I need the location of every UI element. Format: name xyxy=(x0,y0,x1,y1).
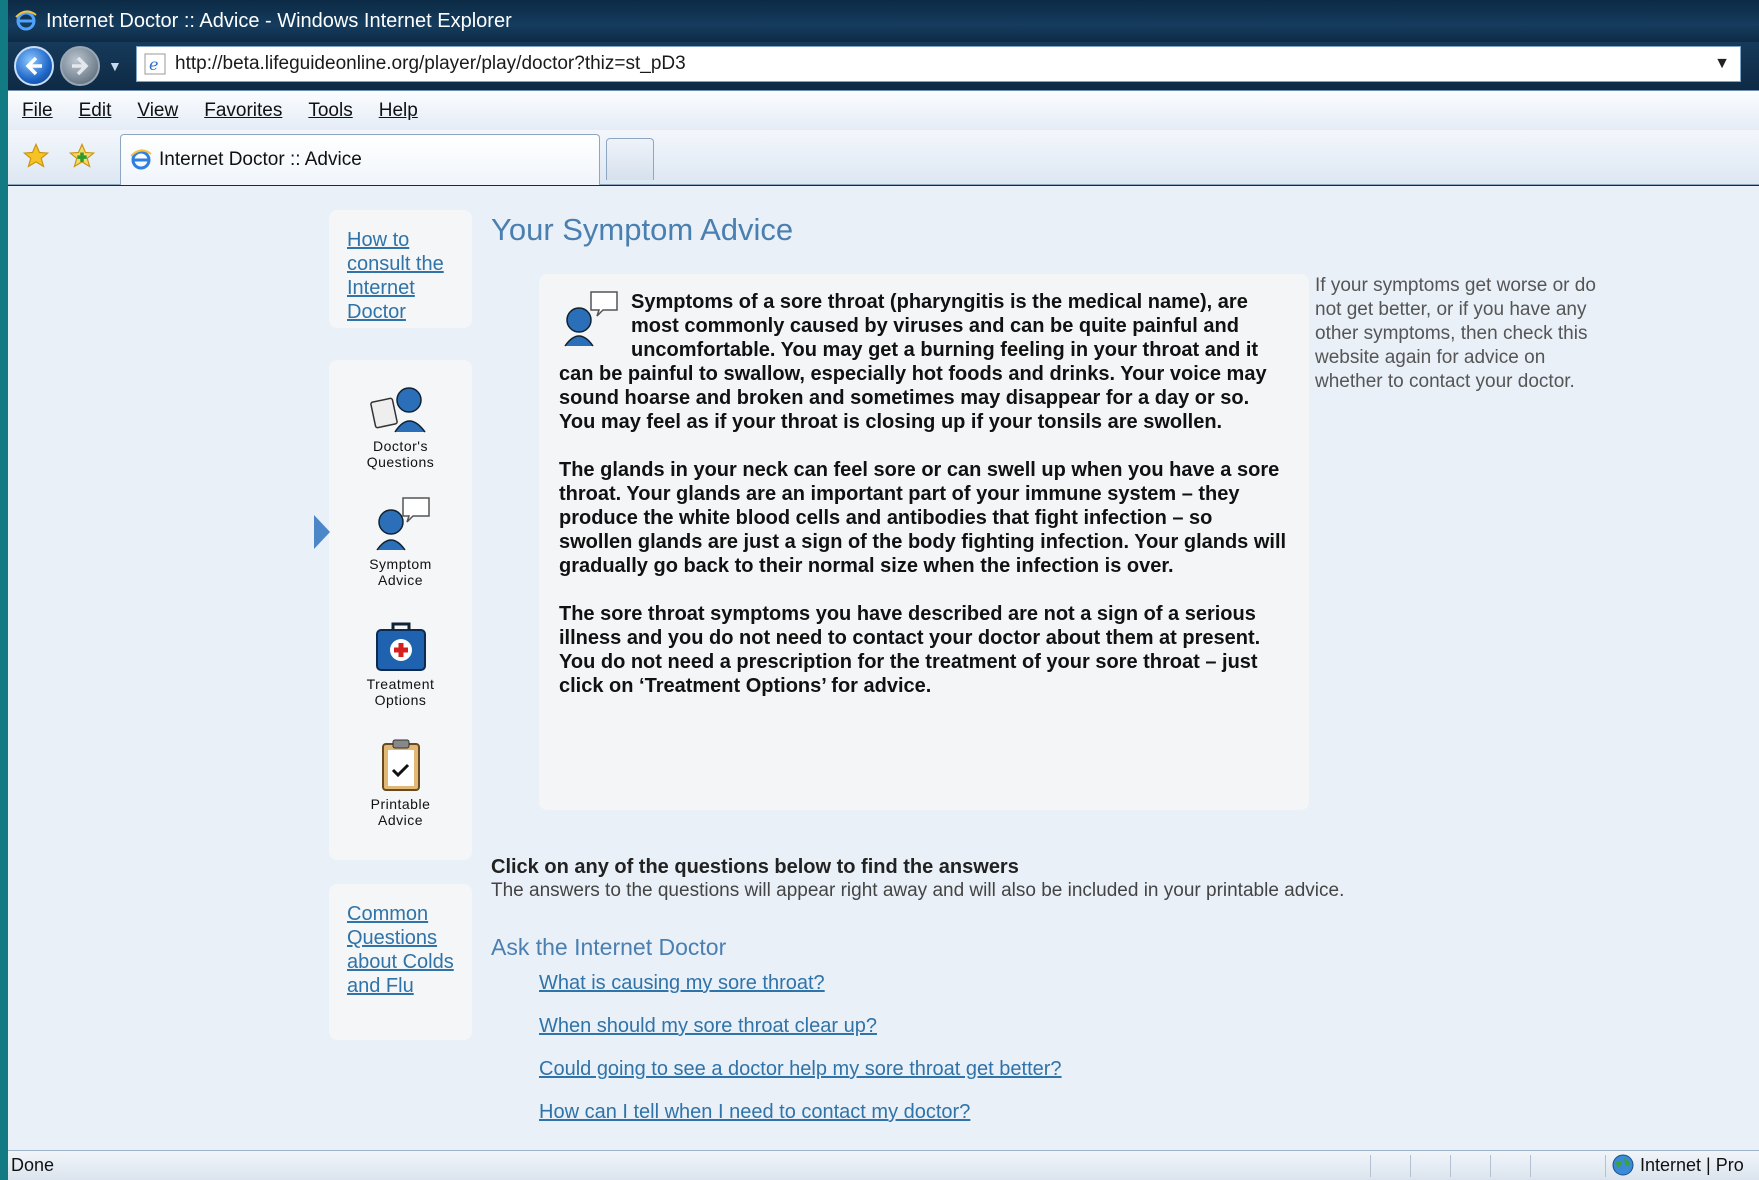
common-questions-box: Common Questions about Colds and Flu xyxy=(329,884,472,1040)
menu-file[interactable]: File xyxy=(22,100,53,122)
doctor-advice-icon xyxy=(564,291,618,347)
tab-internet-doctor[interactable]: Internet Doctor :: Advice xyxy=(120,134,600,185)
status-divider xyxy=(1530,1155,1531,1177)
ie-logo-icon xyxy=(15,10,37,31)
symptom-advice-icon xyxy=(375,497,430,551)
current-step-pointer-icon xyxy=(314,515,330,549)
nav-printable-advice-line2: Advice xyxy=(377,812,424,828)
menu-edit[interactable]: Edit xyxy=(79,100,112,122)
address-bar[interactable]: e http://beta.lifeguideonline.org/player… xyxy=(136,46,1741,82)
nav-symptom-advice[interactable]: Symptom Advice xyxy=(329,496,472,588)
forward-arrow-icon xyxy=(72,56,89,76)
address-dropdown-icon[interactable]: ▼ xyxy=(1714,55,1730,73)
favorites-star-icon[interactable] xyxy=(22,142,50,170)
forward-button[interactable] xyxy=(60,46,100,86)
page-content: How to consult the Internet Doctor Docto… xyxy=(8,186,1759,1150)
symptom-warning-note: If your symptoms get worse or do not get… xyxy=(1315,275,1596,392)
nav-doctors-questions-line1: Doctor's xyxy=(373,438,428,454)
recent-pages-dropdown-icon[interactable]: ▼ xyxy=(108,58,122,74)
security-zone[interactable]: Internet | Pro xyxy=(1612,1154,1744,1176)
zone-label: Internet | Pro xyxy=(1640,1154,1744,1175)
status-divider xyxy=(1490,1155,1491,1177)
questions-subtext: The answers to the questions will appear… xyxy=(491,880,1345,901)
nav-treatment-options[interactable]: Treatment Options xyxy=(329,622,472,708)
nav-printable-advice[interactable]: Printable Advice xyxy=(329,738,472,828)
sidebar-nav: Doctor's Questions Symptom Advice Treatm… xyxy=(329,360,472,860)
menu-tools-label: Tools xyxy=(308,99,353,121)
status-divider xyxy=(1410,1155,1411,1177)
globe-icon xyxy=(1612,1154,1634,1176)
window-title: Internet Doctor :: Advice - Windows Inte… xyxy=(46,9,512,32)
advice-paragraph-2: The glands in your neck can feel sore or… xyxy=(559,459,1287,577)
menu-help-label: Help xyxy=(378,99,418,121)
tab-bar: Internet Doctor :: Advice xyxy=(8,130,1759,185)
menu-tools[interactable]: Tools xyxy=(308,100,352,122)
nav-doctors-questions[interactable]: Doctor's Questions xyxy=(329,382,472,470)
address-url: http://beta.lifeguideonline.org/player/p… xyxy=(175,53,686,74)
browser-window: Internet Doctor :: Advice - Windows Inte… xyxy=(8,0,1759,1180)
how-to-consult-link[interactable]: How to consult the Internet Doctor xyxy=(329,210,472,342)
tab-ie-icon xyxy=(130,149,152,170)
question-link-cause[interactable]: What is causing my sore throat? xyxy=(539,972,825,995)
menu-edit-label: Edit xyxy=(78,99,112,121)
menu-bar: File Edit View Favorites Tools Help xyxy=(8,90,1759,130)
nav-doctors-questions-line2: Questions xyxy=(366,454,435,470)
nav-treatment-options-line1: Treatment xyxy=(366,676,435,692)
medical-kit-icon xyxy=(375,622,426,671)
advice-paragraph-1: Symptoms of a sore throat (pharyngitis i… xyxy=(559,291,1267,433)
menu-favorites[interactable]: Favorites xyxy=(204,100,282,122)
navigation-bar: ▼ e http://beta.lifeguideonline.org/play… xyxy=(8,42,1759,90)
menu-file-label: File xyxy=(22,99,53,121)
menu-view[interactable]: View xyxy=(137,100,178,122)
advice-paragraph-3: The sore throat symptoms you have descri… xyxy=(559,603,1261,697)
back-button[interactable] xyxy=(14,46,54,86)
status-divider xyxy=(1370,1155,1371,1177)
status-divider xyxy=(1450,1155,1451,1177)
question-link-see-doctor[interactable]: Could going to see a doctor help my sore… xyxy=(539,1058,1062,1081)
add-favorite-icon[interactable] xyxy=(68,142,96,170)
page-title: Your Symptom Advice xyxy=(491,212,794,247)
menu-favorites-label: Favorites xyxy=(204,99,283,121)
back-arrow-icon xyxy=(25,56,42,76)
nav-symptom-advice-line1: Symptom xyxy=(369,556,432,572)
status-divider xyxy=(1605,1155,1606,1177)
menu-view-label: View xyxy=(137,99,179,121)
title-bar: Internet Doctor :: Advice - Windows Inte… xyxy=(8,0,1759,42)
advice-box: Symptoms of a sore throat (pharyngitis i… xyxy=(539,274,1309,810)
ask-doctor-title: Ask the Internet Doctor xyxy=(491,934,727,960)
status-bar: Done Internet | Pro xyxy=(8,1150,1759,1180)
common-questions-link[interactable]: Common Questions about Colds and Flu xyxy=(329,884,472,1016)
doctor-questions-icon xyxy=(369,387,426,433)
question-link-clear-up[interactable]: When should my sore throat clear up? xyxy=(539,1015,877,1038)
svg-text:e: e xyxy=(149,55,158,74)
menu-help[interactable]: Help xyxy=(379,100,418,122)
questions-heading: Click on any of the questions below to f… xyxy=(491,856,1019,878)
new-tab-button[interactable] xyxy=(606,138,654,180)
tab-title: Internet Doctor :: Advice xyxy=(159,149,362,170)
clipboard-icon xyxy=(381,739,420,791)
consult-guide-box: How to consult the Internet Doctor xyxy=(329,210,472,328)
status-text: Done xyxy=(11,1155,55,1175)
page-ie-icon: e xyxy=(144,53,166,75)
nav-printable-advice-line1: Printable xyxy=(370,796,431,812)
nav-treatment-options-line2: Options xyxy=(374,692,427,708)
question-link-contact-doctor[interactable]: How can I tell when I need to contact my… xyxy=(539,1101,970,1124)
nav-symptom-advice-line2: Advice xyxy=(377,572,424,588)
